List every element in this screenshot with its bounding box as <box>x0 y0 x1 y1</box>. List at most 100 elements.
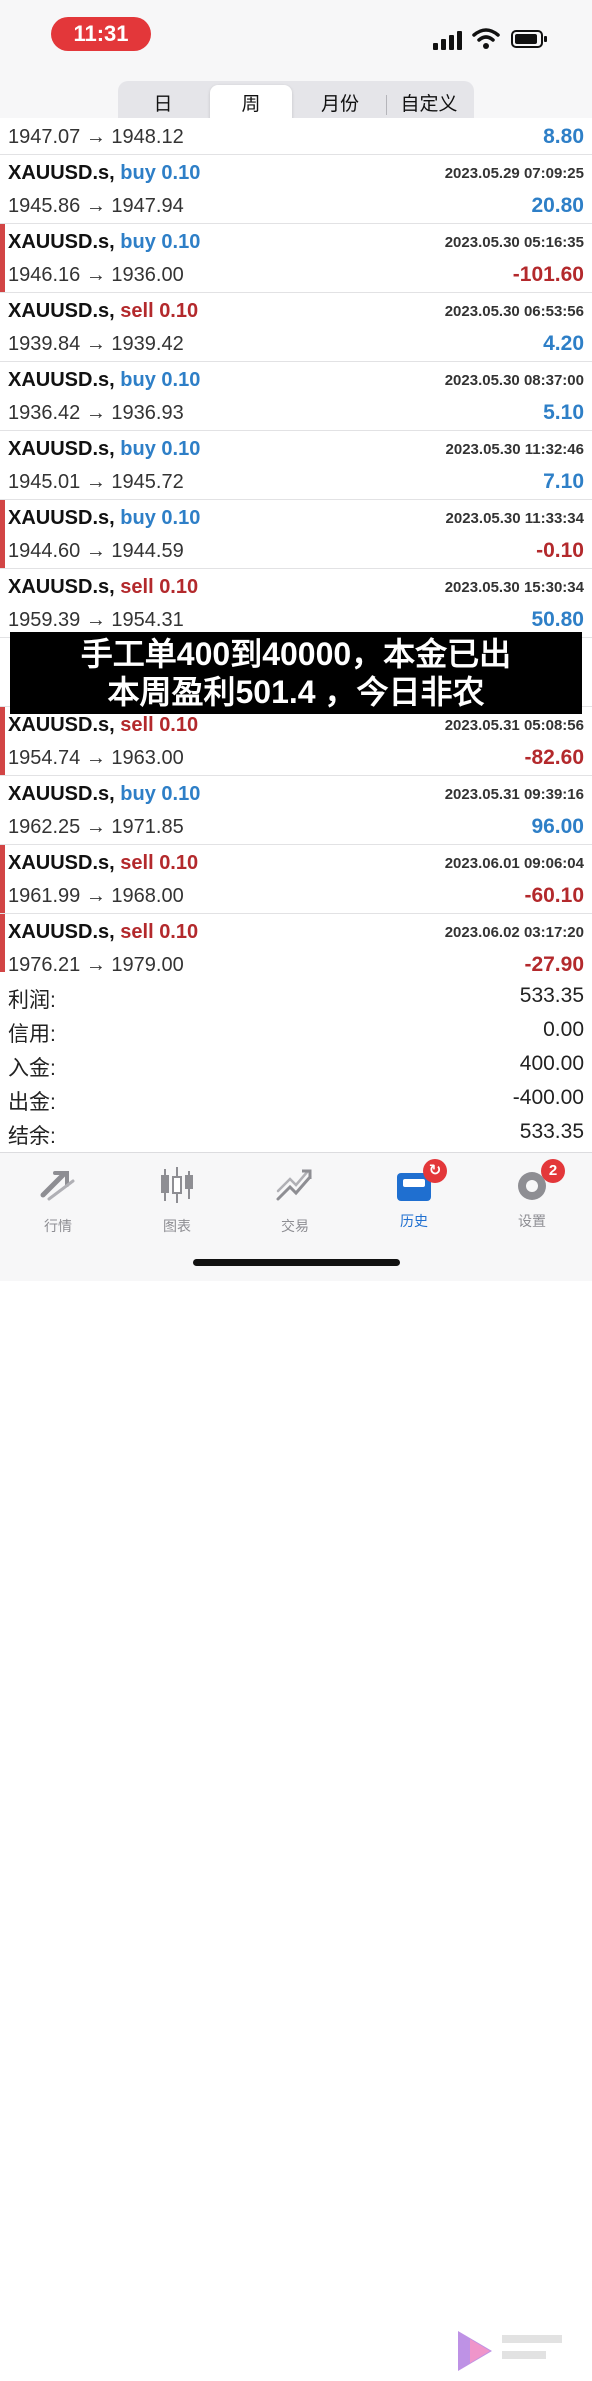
trade-symbol-line: XAUUSD.s, buy 0.10 <box>8 507 200 530</box>
tab-history[interactable]: ↻ 历史 <box>369 1159 459 1235</box>
trade-symbol: XAUUSD.s, <box>8 231 115 253</box>
trade-row[interactable]: XAUUSD.s, sell 0.10 1961.99 → 1968.00 2023… <box>0 845 592 914</box>
trade-row[interactable]: XAUUSD.s, buy 0.10 1945.86 → 1947.94 2023.… <box>0 155 592 224</box>
trade-symbol-line: XAUUSD.s, sell 0.10 <box>8 852 198 875</box>
summary-row-withdrawal: 出金: -400.00 <box>0 1082 592 1116</box>
trade-row[interactable]: XAUUSD.s, buy 0.10 1945.01 → 1945.72 2023.… <box>0 431 592 500</box>
trade-symbol-line: XAUUSD.s, buy 0.10 <box>8 783 200 806</box>
trade-open-price: 1961.99 <box>8 885 81 907</box>
trade-profit: 50.80 <box>531 608 584 631</box>
trade-profit: -0.10 <box>536 539 584 562</box>
trade-symbol: XAUUSD.s, <box>8 783 115 805</box>
trade-symbol: XAUUSD.s, <box>8 300 115 322</box>
arrow-right-icon: → <box>85 747 106 769</box>
trade-price-line: 1976.21 → 1979.00 <box>8 954 184 972</box>
arrow-right-icon: → <box>85 333 106 355</box>
trade-price-line: 1954.74 → 1963.00 <box>8 747 184 770</box>
arrow-right-icon: → <box>85 540 106 562</box>
trade-direction: sell <box>120 714 154 736</box>
summary-value: 0.00 <box>543 1018 584 1041</box>
summary-label: 利润: <box>8 989 56 1012</box>
trade-time: 2023.06.02 03:17:20 <box>444 924 584 941</box>
trade-volume: 0.10 <box>161 231 201 253</box>
refresh-badge-icon: ↻ <box>423 1159 447 1183</box>
trade-close-price: 1963.00 <box>111 747 184 769</box>
trade-row[interactable]: XAUUSD.s, buy 0.10 1944.60 → 1944.59 2023.… <box>0 500 592 569</box>
summary-value: 533.35 <box>519 984 584 1007</box>
trade-direction: sell <box>120 576 154 598</box>
trade-direction: buy <box>120 438 156 460</box>
tab-trade[interactable]: 交易 <box>250 1165 340 1235</box>
trade-close-price: 1954.31 <box>111 609 184 631</box>
arrow-right-icon: → <box>85 471 106 493</box>
trade-close-price: 1979.00 <box>111 954 184 972</box>
segment-divider <box>386 95 387 115</box>
trade-row[interactable]: XAUUSD.s, sell 0.10 1954.74 → 1963.00 2023… <box>0 707 592 776</box>
summary-value: 533.35 <box>519 1120 584 1143</box>
trade-direction: buy <box>120 369 156 391</box>
trade-price-line: 1947.07 → 1948.12 <box>8 126 184 149</box>
trade-time: 2023.05.29 07:09:25 <box>444 165 584 182</box>
trade-row[interactable]: XAUUSD.s, buy 0.10 1946.16 → 1936.00 2023.… <box>0 224 592 293</box>
trade-row[interactable]: XAUUSD.s, buy 0.10 1936.42 → 1936.93 2023.… <box>0 362 592 431</box>
trade-row[interactable]: XAUUSD.s, sell 0.10 1976.21 → 1979.00 2023… <box>0 914 592 972</box>
trade-open-price: 1954.74 <box>8 747 81 769</box>
trade-time: 2023.05.30 05:16:35 <box>444 234 584 251</box>
arrow-right-icon: → <box>85 126 106 148</box>
trade-open-price: 1945.86 <box>8 195 81 217</box>
tab-settings[interactable]: 2 设置 <box>487 1159 577 1235</box>
trade-close-price: 1945.72 <box>111 471 184 493</box>
trade-symbol: XAUUSD.s, <box>8 921 115 943</box>
trade-history-list[interactable]: XAUUSD.s, buy 0.10 1947.07 → 1948.12 8.80 X… <box>0 118 592 972</box>
trade-profit: 96.00 <box>531 815 584 838</box>
trade-volume: 0.10 <box>161 162 201 184</box>
trade-profit: 20.80 <box>531 194 584 217</box>
summary-value: 400.00 <box>519 1052 584 1075</box>
trade-profit: 7.10 <box>543 470 584 493</box>
arrow-right-icon: → <box>85 195 106 217</box>
trade-close-price: 1936.00 <box>111 264 184 286</box>
trade-direction: buy <box>120 507 156 529</box>
tab-chart[interactable]: 图表 <box>132 1165 222 1235</box>
trade-direction: sell <box>120 300 154 322</box>
trade-open-price: 1939.84 <box>8 333 81 355</box>
trade-open-price: 1936.42 <box>8 402 81 424</box>
trade-volume: 0.10 <box>161 369 201 391</box>
trade-profit: 4.20 <box>543 332 584 355</box>
trade-row[interactable]: XAUUSD.s, sell 0.10 1939.84 → 1939.42 2023… <box>0 293 592 362</box>
tab-label: 设置 <box>518 1213 546 1229</box>
trade-open-price: 1947.07 <box>8 126 81 148</box>
trade-price-line: 1945.86 → 1947.94 <box>8 195 184 218</box>
trade-time: 2023.06.01 09:06:04 <box>444 855 584 872</box>
arrow-right-icon: → <box>85 816 106 838</box>
tab-label: 交易 <box>281 1218 309 1234</box>
trade-profit: -82.60 <box>524 746 584 769</box>
trade-symbol-line: XAUUSD.s, buy 0.10 <box>8 438 200 461</box>
trade-symbol: XAUUSD.s, <box>8 576 115 598</box>
trade-close-price: 1968.00 <box>111 885 184 907</box>
trade-symbol-line: XAUUSD.s, buy 0.10 <box>8 369 200 392</box>
trade-open-price: 1946.16 <box>8 264 81 286</box>
trade-row[interactable]: XAUUSD.s, buy 0.10 1962.25 → 1971.85 2023.… <box>0 776 592 845</box>
tab-quotes[interactable]: 行情 <box>13 1165 103 1235</box>
trade-symbol-line: XAUUSD.s, sell 0.10 <box>8 921 198 944</box>
trade-time: 2023.05.30 11:32:46 <box>445 441 584 458</box>
trade-open-price: 1945.01 <box>8 471 81 493</box>
trade-close-price: 1944.59 <box>111 540 184 562</box>
trade-row[interactable]: XAUUSD.s, buy 0.101947.07 → 1948.128.80 <box>0 118 592 155</box>
cellular-signal-icon <box>433 30 465 50</box>
status-time[interactable]: 11:31 <box>51 17 151 51</box>
trade-price-line: 1962.25 → 1971.85 <box>8 816 184 839</box>
video-watermark-logo <box>458 2331 562 2371</box>
trade-close-price: 1948.12 <box>111 126 184 148</box>
trade-volume: 0.10 <box>159 300 199 322</box>
tab-label: 历史 <box>400 1213 428 1229</box>
trade-time: 2023.05.31 09:39:16 <box>444 786 584 803</box>
trade-open-price: 1959.39 <box>8 609 81 631</box>
trade-price-line: 1944.60 → 1944.59 <box>8 540 184 563</box>
quotes-icon <box>40 1171 75 1201</box>
trade-volume: 0.10 <box>161 438 201 460</box>
trade-close-price: 1939.42 <box>111 333 184 355</box>
status-bar: 11:31 <box>0 0 592 70</box>
trade-row[interactable]: XAUUSD.s, sell 0.10 1959.39 → 1954.31 2023… <box>0 569 592 638</box>
